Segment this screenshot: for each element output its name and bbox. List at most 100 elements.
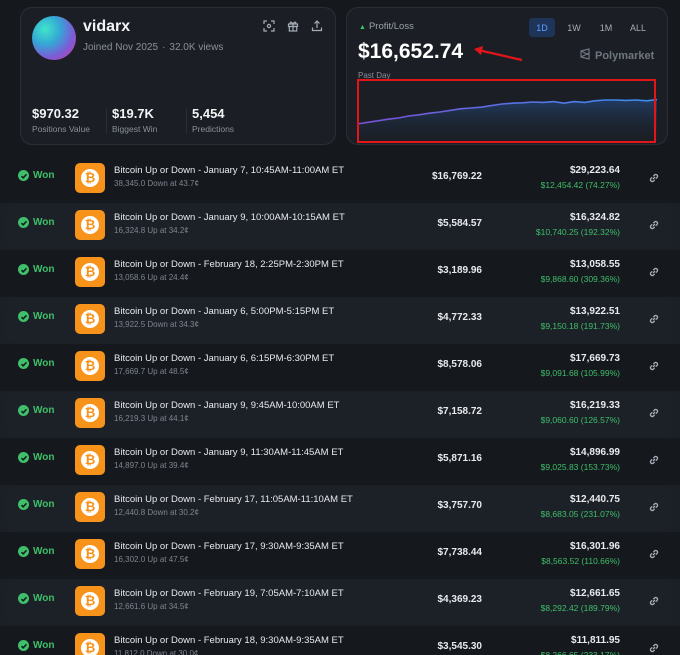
status-badge: Won: [18, 593, 54, 604]
position-cost: $5,871.16: [437, 453, 483, 464]
bitcoin-icon: ₿: [81, 451, 99, 469]
position-gain: $9,091.68 (105.99%): [540, 368, 620, 378]
status-badge: Won: [18, 640, 54, 651]
link-icon[interactable]: [648, 453, 660, 465]
range-1d[interactable]: 1D: [529, 18, 555, 37]
bitcoin-market-icon[interactable]: ₿: [75, 445, 105, 475]
market-title[interactable]: Bitcoin Up or Down - February 19, 7:05AM…: [114, 588, 344, 599]
check-circle-icon: [18, 358, 29, 369]
range-all[interactable]: ALL: [625, 18, 651, 37]
join-info: Joined Nov 2025 · 32.0K views: [83, 42, 223, 53]
check-circle-icon: [18, 264, 29, 275]
bitcoin-market-icon[interactable]: ₿: [75, 398, 105, 428]
position-detail: 16,324.8 Up at 34.2¢: [114, 226, 189, 235]
market-title[interactable]: Bitcoin Up or Down - February 17, 11:05A…: [114, 494, 353, 505]
view-count: 32.0K views: [169, 42, 224, 53]
market-title[interactable]: Bitcoin Up or Down - January 6, 6:15PM-6…: [114, 353, 334, 364]
gift-icon[interactable]: [285, 18, 301, 34]
position-value: $16,301.96: [569, 541, 620, 552]
link-icon[interactable]: [648, 265, 660, 277]
position-gain: $9,025.83 (153.73%): [540, 462, 620, 472]
position-row[interactable]: Won ₿ Bitcoin Up or Down - February 18, …: [0, 250, 680, 297]
position-gain: $8,683.05 (231.07%): [540, 509, 620, 519]
position-cost: $8,578.06: [437, 359, 483, 370]
market-title[interactable]: Bitcoin Up or Down - January 9, 10:00AM-…: [114, 212, 345, 223]
status-badge: Won: [18, 499, 54, 510]
range-1m[interactable]: 1M: [593, 18, 619, 37]
red-arrow-icon: [474, 46, 523, 62]
status-badge: Won: [18, 546, 54, 557]
market-title[interactable]: Bitcoin Up or Down - February 18, 2:25PM…: [114, 259, 344, 270]
check-circle-icon: [18, 217, 29, 228]
position-detail: 16,219.3 Up at 44.1¢: [114, 414, 189, 423]
check-circle-icon: [18, 452, 29, 463]
status-badge: Won: [18, 358, 54, 369]
bitcoin-market-icon[interactable]: ₿: [75, 351, 105, 381]
range-1w[interactable]: 1W: [561, 18, 587, 37]
status-label: Won: [33, 358, 55, 369]
position-row[interactable]: Won ₿ Bitcoin Up or Down - January 9, 11…: [0, 438, 680, 485]
status-badge: Won: [18, 170, 54, 181]
position-value: $16,219.33: [569, 400, 620, 411]
position-gain: $10,740.25 (192.32%): [535, 227, 620, 237]
link-icon[interactable]: [648, 641, 660, 653]
position-detail: 13,922.5 Down at 34.3¢: [114, 320, 199, 329]
position-detail: 12,661.6 Up at 34.5¢: [114, 602, 189, 611]
bitcoin-market-icon[interactable]: ₿: [75, 586, 105, 616]
position-row[interactable]: Won ₿ Bitcoin Up or Down - January 6, 5:…: [0, 297, 680, 344]
market-title[interactable]: Bitcoin Up or Down - January 7, 10:45AM-…: [114, 165, 344, 176]
link-icon[interactable]: [648, 500, 660, 512]
bitcoin-market-icon[interactable]: ₿: [75, 539, 105, 569]
link-icon[interactable]: [648, 359, 660, 371]
status-label: Won: [33, 311, 55, 322]
stat-value: 5,454: [192, 106, 225, 121]
scan-icon[interactable]: [261, 18, 277, 34]
position-value: $16,324.82: [569, 212, 620, 223]
market-title[interactable]: Bitcoin Up or Down - January 9, 11:30AM-…: [114, 447, 343, 458]
position-row[interactable]: Won ₿ Bitcoin Up or Down - February 18, …: [0, 626, 680, 655]
avatar[interactable]: [32, 16, 76, 60]
joined-date: Joined Nov 2025: [83, 42, 159, 53]
position-row[interactable]: Won ₿ Bitcoin Up or Down - January 9, 9:…: [0, 391, 680, 438]
bitcoin-market-icon[interactable]: ₿: [75, 210, 105, 240]
status-label: Won: [33, 499, 55, 510]
position-cost: $3,757.70: [437, 500, 483, 511]
market-title[interactable]: Bitcoin Up or Down - February 18, 9:30AM…: [114, 635, 344, 646]
status-badge: Won: [18, 452, 54, 463]
share-icon[interactable]: [309, 18, 325, 34]
bitcoin-icon: ₿: [81, 545, 99, 563]
position-detail: 14,897.0 Up at 39.4¢: [114, 461, 189, 470]
position-value: $13,058.55: [569, 259, 620, 270]
position-cost: $4,369.23: [437, 594, 483, 605]
check-circle-icon: [18, 311, 29, 322]
profile-stats: $970.32 Positions Value $19.7K Biggest W…: [32, 106, 266, 134]
stat-divider: [186, 108, 187, 134]
link-icon[interactable]: [648, 312, 660, 324]
position-value: $12,661.65: [569, 588, 620, 599]
bitcoin-market-icon[interactable]: ₿: [75, 304, 105, 334]
bitcoin-icon: ₿: [81, 498, 99, 516]
market-title[interactable]: Bitcoin Up or Down - January 6, 5:00PM-5…: [114, 306, 334, 317]
market-title[interactable]: Bitcoin Up or Down - January 9, 9:45AM-1…: [114, 400, 339, 411]
position-row[interactable]: Won ₿ Bitcoin Up or Down - February 19, …: [0, 579, 680, 626]
position-gain: $12,454.42 (74.27%): [540, 180, 620, 190]
position-row[interactable]: Won ₿ Bitcoin Up or Down - January 9, 10…: [0, 203, 680, 250]
position-row[interactable]: Won ₿ Bitcoin Up or Down - February 17, …: [0, 485, 680, 532]
bitcoin-market-icon[interactable]: ₿: [75, 633, 105, 655]
link-icon[interactable]: [648, 406, 660, 418]
position-row[interactable]: Won ₿ Bitcoin Up or Down - January 6, 6:…: [0, 344, 680, 391]
bitcoin-market-icon[interactable]: ₿: [75, 163, 105, 193]
link-icon[interactable]: [648, 171, 660, 183]
link-icon[interactable]: [648, 547, 660, 559]
bitcoin-icon: ₿: [81, 216, 99, 234]
position-cost: $4,772.33: [437, 312, 483, 323]
link-icon[interactable]: [648, 218, 660, 230]
bitcoin-market-icon[interactable]: ₿: [75, 257, 105, 287]
position-value: $12,440.75: [569, 494, 620, 505]
market-title[interactable]: Bitcoin Up or Down - February 17, 9:30AM…: [114, 541, 344, 552]
status-badge: Won: [18, 264, 54, 275]
position-row[interactable]: Won ₿ Bitcoin Up or Down - January 7, 10…: [0, 156, 680, 203]
link-icon[interactable]: [648, 594, 660, 606]
bitcoin-market-icon[interactable]: ₿: [75, 492, 105, 522]
position-row[interactable]: Won ₿ Bitcoin Up or Down - February 17, …: [0, 532, 680, 579]
